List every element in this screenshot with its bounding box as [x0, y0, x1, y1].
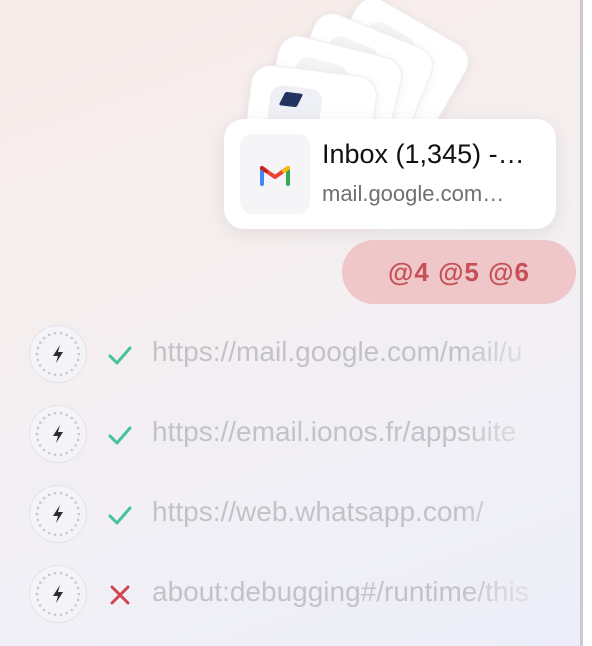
history-url: about:debugging#/runtime/this [152, 576, 529, 607]
history-url: https://mail.google.com/mail/u [152, 336, 523, 367]
tab-title: Inbox (1,345) -… [322, 139, 525, 169]
tab-url: mail.google.com… [322, 181, 505, 206]
lightning-icon [29, 405, 87, 463]
lightning-icon [29, 325, 87, 383]
tab-favicon [240, 134, 310, 214]
history-url: https://email.ionos.fr/appsuite [152, 416, 517, 447]
gmail-icon [260, 166, 290, 186]
history-url: https://web.whatsapp.com/ [152, 496, 484, 527]
history-row[interactable]: https://web.whatsapp.com/ [0, 485, 581, 545]
mention-pill[interactable]: @4 @5 @6 [342, 240, 576, 304]
check-icon [107, 422, 133, 448]
agent-panel: Inbox (1,345) -… mail.google.com… @4 @5 … [0, 0, 581, 646]
panel-edge [583, 0, 592, 646]
history-row[interactable]: https://email.ionos.fr/appsuite [0, 405, 581, 465]
lightning-icon [29, 565, 87, 623]
active-tab-card[interactable]: Inbox (1,345) -… mail.google.com… [224, 119, 556, 229]
cross-icon [107, 582, 133, 608]
check-icon [107, 502, 133, 528]
lightning-icon [29, 485, 87, 543]
check-icon [107, 342, 133, 368]
history-row[interactable]: https://mail.google.com/mail/u [0, 325, 581, 385]
history-row[interactable]: about:debugging#/runtime/this [0, 565, 581, 625]
